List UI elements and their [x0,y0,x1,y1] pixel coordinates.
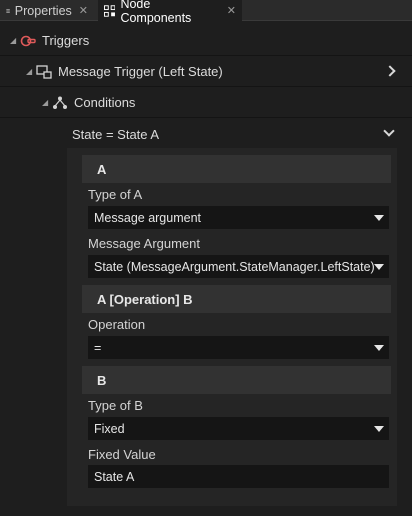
condition-item-label: State = State A [72,126,160,142]
list-icon [6,8,10,13]
type-of-b-value: Fixed [94,421,125,436]
tab-node-components[interactable]: Node Components ✕ [98,0,242,25]
tab-properties[interactable]: Properties ✕ [0,0,94,21]
fixed-value-text: State A [94,469,135,484]
condition-item-header[interactable]: State = State A [0,119,412,149]
tab-node-components-label: Node Components [120,0,192,25]
type-of-b-dropdown[interactable]: Fixed [88,417,389,440]
triggers-label: Triggers [42,33,90,48]
section-header-operation: A [Operation] B [82,285,391,313]
close-icon[interactable]: ✕ [79,4,88,17]
section-header-b: B [82,366,391,394]
tab-bar: Properties ✕ Node Components ✕ [0,0,412,25]
operation-label: Operation [88,317,146,332]
chevron-down-icon[interactable] [383,125,395,137]
tree-item-message-trigger[interactable]: ◢ Message Trigger (Left State) [0,57,412,87]
message-argument-label: Message Argument [88,236,201,251]
type-of-b-label: Type of B [88,398,143,413]
dropdown-caret-icon [374,426,384,432]
chevron-right-icon[interactable] [384,65,396,77]
expand-triangle-icon[interactable]: ◢ [26,67,36,76]
message-argument-value: State (MessageArgument.StateManager.Left… [94,259,375,274]
trigger-icon [20,35,36,46]
type-of-a-value: Message argument [94,210,202,225]
close-icon[interactable]: ✕ [227,4,236,17]
operation-value: = [94,340,102,355]
message-trigger-icon [36,64,52,79]
conditions-label: Conditions [74,95,136,110]
fixed-value-input[interactable]: State A [88,465,389,488]
dropdown-caret-icon [374,215,384,221]
fixed-value-label: Fixed Value [88,447,156,462]
operation-dropdown[interactable]: = [88,336,389,359]
tree-item-triggers[interactable]: ◢ Triggers [0,26,412,56]
tree-item-conditions[interactable]: ◢ Conditions [0,88,412,118]
section-header-a: A [82,155,391,183]
dropdown-caret-icon [374,264,384,270]
type-of-a-label: Type of A [88,187,143,202]
type-of-a-dropdown[interactable]: Message argument [88,206,389,229]
expand-triangle-icon[interactable]: ◢ [10,36,20,45]
tab-properties-label: Properties [14,3,72,18]
message-argument-dropdown[interactable]: State (MessageArgument.StateManager.Left… [88,255,389,278]
message-trigger-label: Message Trigger (Left State) [58,64,223,79]
conditions-icon [53,96,67,109]
components-icon [104,4,116,17]
expand-triangle-icon[interactable]: ◢ [42,98,52,107]
dropdown-caret-icon [374,345,384,351]
